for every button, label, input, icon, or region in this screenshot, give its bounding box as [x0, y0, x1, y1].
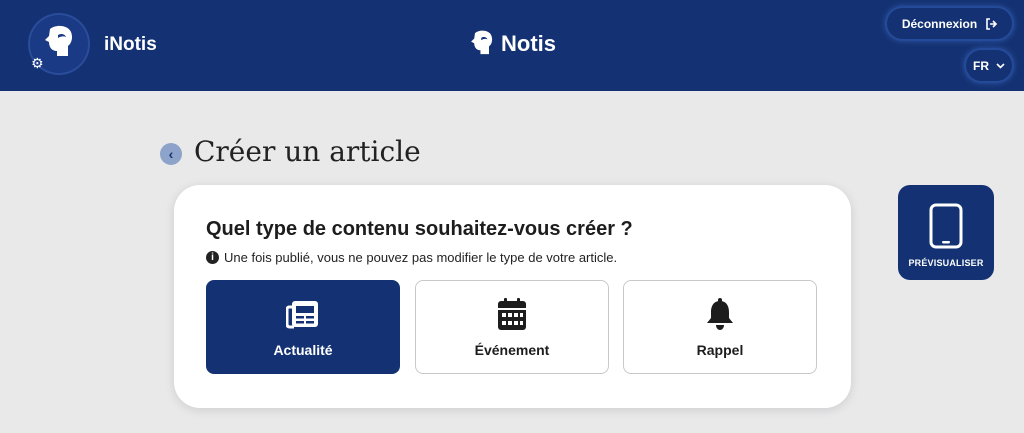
- option-label: Actualité: [273, 342, 333, 358]
- gear-icon[interactable]: ⚙: [31, 56, 45, 70]
- option-label: Rappel: [696, 342, 744, 358]
- info-text: Une fois publié, vous ne pouvez pas modi…: [224, 250, 618, 265]
- option-actualite[interactable]: Actualité: [206, 280, 400, 374]
- option-rappel[interactable]: Rappel: [623, 280, 817, 374]
- preview-label: PRÉVISUALISER: [908, 258, 984, 268]
- calendar-icon: [498, 298, 526, 330]
- brand-name: Notis: [501, 31, 556, 56]
- app-name: iNotis: [104, 34, 157, 55]
- bell-icon: [707, 298, 733, 330]
- logout-icon: [986, 17, 998, 30]
- info-message: i Une fois publié, vous ne pouvez pas mo…: [206, 250, 617, 265]
- brand-logo: Notis: [469, 30, 556, 58]
- page-title: Créer un article: [194, 135, 421, 168]
- newspaper-icon: [286, 301, 318, 329]
- top-navigation-bar: ⚙ iNotis Notis Déconnexion FR: [0, 0, 1024, 91]
- preview-button[interactable]: PRÉVISUALISER: [898, 185, 994, 280]
- user-profile-icon: [45, 25, 72, 56]
- info-icon: i: [206, 251, 219, 264]
- logout-button[interactable]: Déconnexion: [887, 8, 1012, 39]
- back-button[interactable]: ‹: [160, 143, 182, 165]
- logout-label: Déconnexion: [901, 16, 978, 31]
- option-evenement[interactable]: Événement: [415, 280, 609, 374]
- brand-head-icon: [471, 30, 493, 55]
- chevron-left-icon: ‹: [168, 146, 174, 162]
- language-selector[interactable]: FR: [966, 50, 1012, 81]
- smartphone-icon: [929, 203, 963, 249]
- content-type-question: Quel type de contenu souhaitez-vous crée…: [206, 218, 633, 240]
- content-type-card: Quel type de contenu souhaitez-vous crée…: [174, 185, 851, 408]
- option-label: Événement: [474, 342, 550, 358]
- language-label: FR: [973, 58, 989, 73]
- chevron-down-icon: [996, 62, 1005, 69]
